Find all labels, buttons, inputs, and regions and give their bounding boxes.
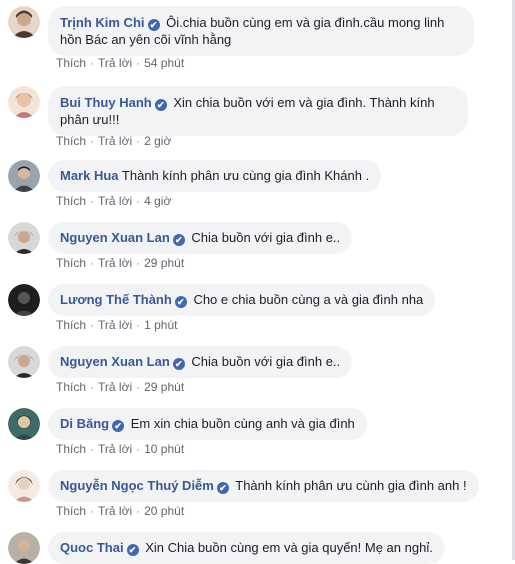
avatar[interactable] <box>8 532 40 564</box>
comment-text: Xin Chia buồn cùng em và gia quyến! Mẹ a… <box>145 540 433 555</box>
separator: · <box>90 256 95 270</box>
avatar[interactable] <box>8 160 40 192</box>
avatar[interactable] <box>8 470 40 502</box>
comment-time[interactable]: 2 giờ <box>144 134 171 148</box>
separator: · <box>136 256 141 270</box>
reply-link[interactable]: Trả lời <box>98 134 132 148</box>
like-link[interactable]: Thích <box>56 442 86 456</box>
comment-text: Chia buồn với gia đình e.. <box>191 354 341 369</box>
reply-link[interactable]: Trả lời <box>98 256 132 270</box>
comment-time[interactable]: 1 phút <box>144 318 177 332</box>
comment-bubble: Nguyen Xuan Lan ✔ Chia buồn với gia đình … <box>48 346 353 378</box>
comment-text: Em xin chia buồn cùng anh và gia đình <box>130 416 355 431</box>
comment-bubble: Nguyen Xuan Lan ✔ Chia buồn với gia đình … <box>48 222 353 254</box>
comment-bubble: Bui Thuy Hanh ✔ Xin chia buồn với em và g… <box>48 86 468 136</box>
like-link[interactable]: Thích <box>56 256 86 270</box>
avatar[interactable] <box>8 408 40 440</box>
like-link[interactable]: Thích <box>56 194 86 208</box>
comment-author[interactable]: Di Băng <box>60 416 109 431</box>
comment-author[interactable]: Bui Thuy Hanh <box>60 95 152 110</box>
comment-time[interactable]: 29 phút <box>144 256 184 270</box>
reply-link[interactable]: Trả lời <box>98 194 132 208</box>
comment-actions: Thích · Trả lời · 1 phút <box>56 318 177 332</box>
separator: · <box>136 318 141 332</box>
like-link[interactable]: Thích <box>56 56 86 70</box>
comment-author[interactable]: Nguyen Xuan Lan <box>60 230 170 245</box>
comment-text: Cho e chia buồn cùng a và gia đình nha <box>193 292 424 307</box>
reply-link[interactable]: Trả lời <box>98 56 132 70</box>
comment-time[interactable]: 54 phút <box>144 56 184 70</box>
verified-badge-icon: ✔ <box>172 234 185 246</box>
verified-badge-icon: ✔ <box>172 358 185 370</box>
reply-link[interactable]: Trả lời <box>98 442 132 456</box>
separator: · <box>90 380 95 394</box>
avatar[interactable] <box>8 284 40 316</box>
avatar[interactable] <box>8 86 40 118</box>
verified-badge-icon: ✔ <box>112 420 125 432</box>
verified-badge-icon: ✔ <box>216 482 229 494</box>
comment-bubble: Nguyễn Ngọc Thuý Diễm ✔ Thành kính phân ư… <box>48 470 479 502</box>
comment-time[interactable]: 4 giờ <box>144 194 171 208</box>
comment-time[interactable]: 10 phút <box>144 442 184 456</box>
verified-badge-icon: ✔ <box>154 99 167 111</box>
separator: · <box>90 56 95 70</box>
comment-bubble: Mark Hua Thành kính phân ưu cùng gia đìn… <box>48 160 382 192</box>
separator: · <box>136 134 141 148</box>
comment-author[interactable]: Quoc Thai <box>60 540 124 555</box>
comment-bubble: Quoc Thai ✔ Xin Chia buồn cùng em và gia … <box>48 532 445 564</box>
comment-author[interactable]: Mark Hua <box>60 168 119 183</box>
comment-time[interactable]: 20 phút <box>144 504 184 518</box>
reply-link[interactable]: Trả lời <box>98 318 132 332</box>
comment-actions: Thích · Trả lời · 4 giờ <box>56 194 171 208</box>
separator: · <box>136 504 141 518</box>
separator: · <box>90 318 95 332</box>
comment-actions: Thích · Trả lời · 29 phút <box>56 256 184 270</box>
comment-actions: Thích · Trả lời · 20 phút <box>56 504 184 518</box>
verified-badge-icon: ✔ <box>174 296 187 308</box>
comment-bubble: Trịnh Kim Chi ✔ Ôi.chia buồn cùng em và g… <box>48 6 474 56</box>
verified-badge-icon: ✔ <box>147 19 160 31</box>
avatar[interactable] <box>8 6 40 38</box>
avatar[interactable] <box>8 346 40 378</box>
separator: · <box>136 442 141 456</box>
separator: · <box>90 442 95 456</box>
comment-author[interactable]: Lương Thế Thành <box>60 292 172 307</box>
like-link[interactable]: Thích <box>56 318 86 332</box>
comment-bubble: Di Băng ✔ Em xin chia buồn cùng anh và gi… <box>48 408 367 440</box>
comment-actions: Thích · Trả lời · 29 phút <box>56 380 184 394</box>
comment-text: Thành kính phân ưu cùng gia đình Khánh . <box>121 168 370 183</box>
avatar[interactable] <box>8 222 40 254</box>
separator: · <box>136 380 141 394</box>
reply-link[interactable]: Trả lời <box>98 380 132 394</box>
comment-text: Chia buồn với gia đình e.. <box>191 230 341 245</box>
verified-badge-icon: ✔ <box>126 544 139 556</box>
comment-actions: Thích · Trả lời · 2 giờ <box>56 134 171 148</box>
comment-bubble: Lương Thế Thành ✔ Cho e chia buồn cùng a … <box>48 284 436 316</box>
like-link[interactable]: Thích <box>56 504 86 518</box>
separator: · <box>136 194 141 208</box>
comment-author[interactable]: Trịnh Kim Chi <box>60 15 145 30</box>
reply-link[interactable]: Trả lời <box>98 504 132 518</box>
comment-author[interactable]: Nguyen Xuan Lan <box>60 354 170 369</box>
like-link[interactable]: Thích <box>56 380 86 394</box>
separator: · <box>90 134 95 148</box>
separator: · <box>90 504 95 518</box>
comment-author[interactable]: Nguyễn Ngọc Thuý Diễm <box>60 478 214 493</box>
separator: · <box>136 56 141 70</box>
separator: · <box>90 194 95 208</box>
comment-actions: Thích · Trả lời · 54 phút <box>56 56 184 70</box>
like-link[interactable]: Thích <box>56 134 86 148</box>
comment-actions: Thích · Trả lời · 10 phút <box>56 442 184 456</box>
comment-time[interactable]: 29 phút <box>144 380 184 394</box>
comment-text: Thành kính phân ưu cùnh gia đình anh ! <box>235 478 467 493</box>
